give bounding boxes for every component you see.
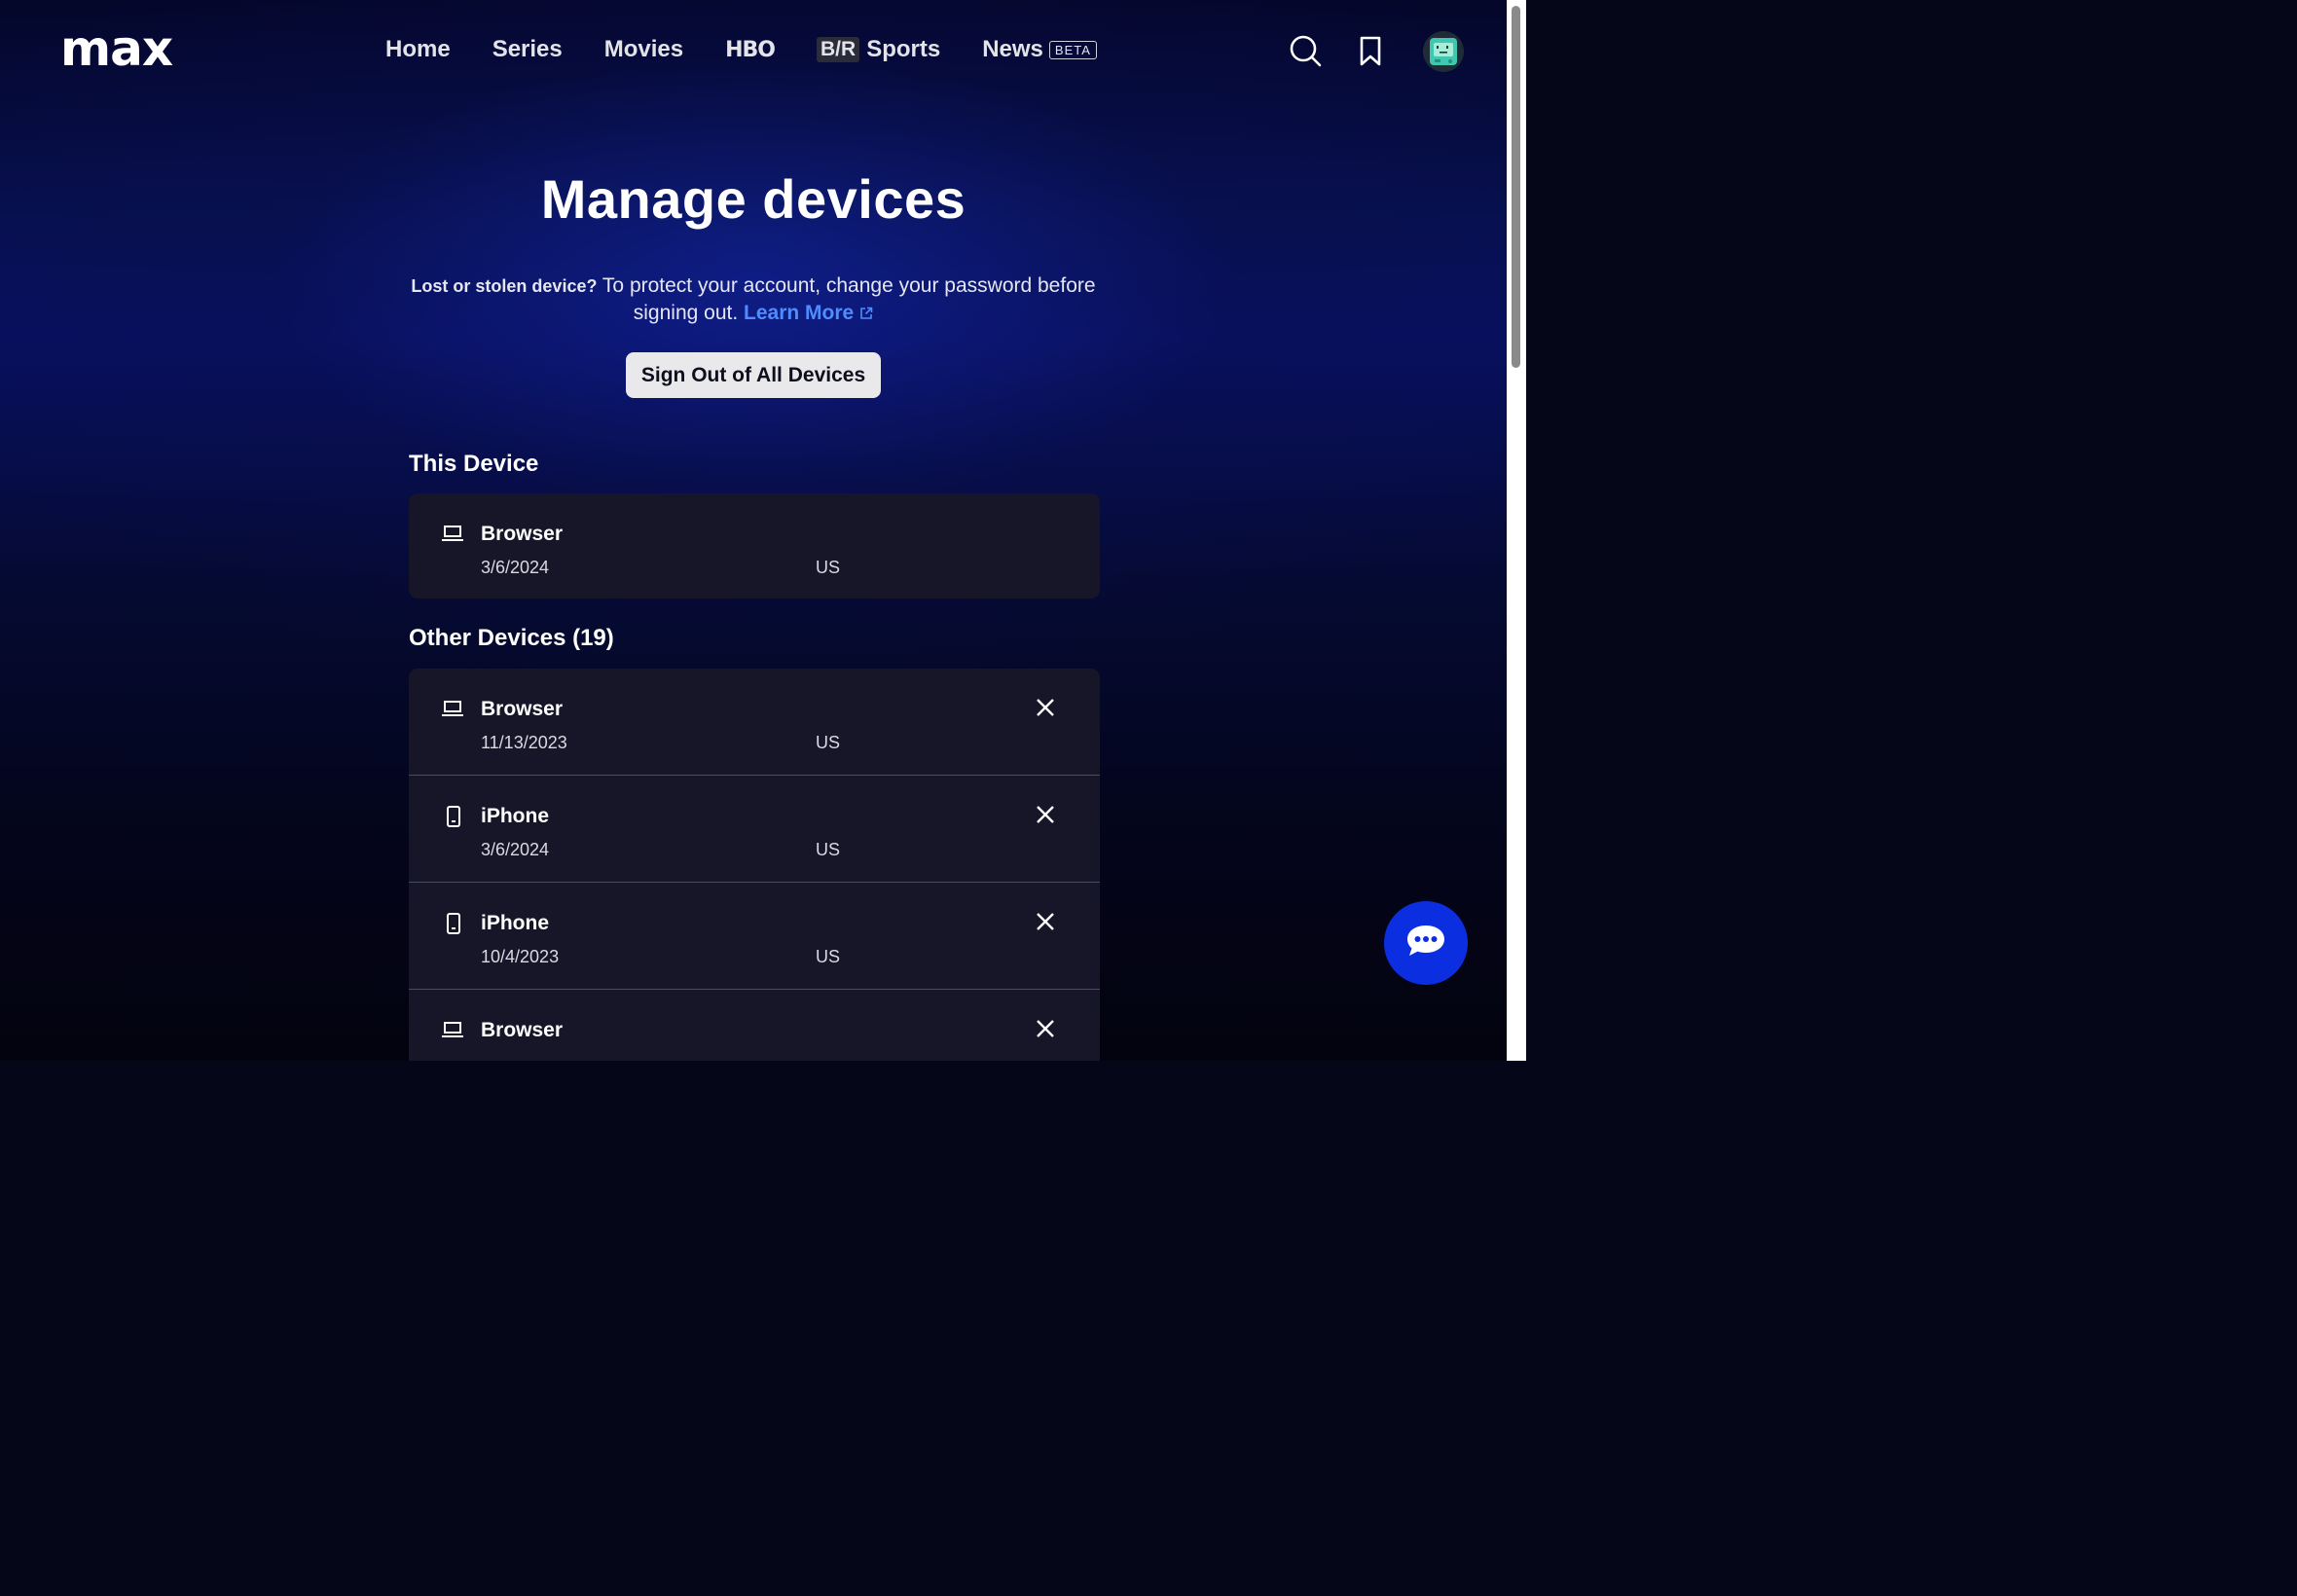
device-name: iPhone xyxy=(481,805,550,827)
search-icon[interactable] xyxy=(1289,34,1322,72)
phone-icon xyxy=(446,913,461,939)
remove-device-close-icon[interactable] xyxy=(1033,1016,1058,1041)
this-device-heading: This Device xyxy=(409,451,539,477)
device-date: 11/13/2023 xyxy=(481,733,567,752)
top-navigation-bar: max Home Series Movies HBO B/R Sports Ne… xyxy=(0,0,1507,99)
nav-movies[interactable]: Movies xyxy=(604,36,683,63)
page-title: Manage devices xyxy=(540,168,966,230)
beta-badge: BETA xyxy=(1048,40,1097,59)
page-scrollbar[interactable] xyxy=(1507,0,1526,1061)
nav-news-label: News xyxy=(982,36,1043,62)
main-nav: Home Series Movies HBO B/R Sports News B… xyxy=(385,32,1139,67)
laptop-icon xyxy=(442,699,463,723)
laptop-icon xyxy=(442,524,463,548)
nav-sports-label: Sports xyxy=(866,36,941,62)
device-row: Browser 3/6/2024 US xyxy=(409,493,1100,599)
nav-hbo[interactable]: HBO xyxy=(725,38,776,62)
device-name: Browser xyxy=(481,698,564,720)
other-devices-heading: Other Devices (19) xyxy=(409,625,614,651)
remove-device-close-icon[interactable] xyxy=(1033,909,1058,934)
this-device-card: Browser 3/6/2024 US xyxy=(409,493,1100,598)
learn-more-link[interactable]: Learn More xyxy=(744,302,873,324)
nav-home[interactable]: Home xyxy=(385,36,451,63)
device-name: Browser xyxy=(481,1019,564,1041)
device-country: US xyxy=(816,558,841,577)
notice-bold-text: Lost or stolen device? xyxy=(411,276,598,296)
device-row: Browser 11/13/2023 US xyxy=(409,669,1100,776)
device-date: 10/4/2023 xyxy=(481,947,560,966)
laptop-icon xyxy=(442,1020,463,1044)
max-logo[interactable]: max xyxy=(60,21,173,76)
chat-bubble-icon xyxy=(1404,923,1447,964)
lost-device-notice: Lost or stolen device? To protect your a… xyxy=(389,272,1117,328)
device-country: US xyxy=(816,733,841,752)
nav-series[interactable]: Series xyxy=(492,36,563,63)
device-name: iPhone xyxy=(481,912,550,934)
remove-device-close-icon[interactable] xyxy=(1033,802,1058,827)
profile-avatar[interactable] xyxy=(1423,31,1464,72)
sign-out-all-devices-button[interactable]: Sign Out of All Devices xyxy=(626,352,881,398)
nav-sports[interactable]: B/R Sports xyxy=(817,36,940,63)
scrollbar-thumb[interactable] xyxy=(1512,6,1520,368)
phone-icon xyxy=(446,806,461,832)
device-country: US xyxy=(816,840,841,859)
other-devices-list: Browser 11/13/2023 US iPhone 3/6/2024 US… xyxy=(409,669,1100,1061)
device-row: iPhone 3/6/2024 US xyxy=(409,776,1100,883)
external-link-icon xyxy=(859,301,873,328)
device-row: Browser xyxy=(409,990,1100,1061)
device-row: iPhone 10/4/2023 US xyxy=(409,883,1100,990)
device-country: US xyxy=(816,947,841,966)
bleacher-report-logo: B/R xyxy=(817,37,860,62)
chat-support-button[interactable] xyxy=(1384,901,1468,985)
bookmark-icon[interactable] xyxy=(1359,36,1384,72)
device-date: 3/6/2024 xyxy=(481,558,550,577)
device-date: 3/6/2024 xyxy=(481,840,550,859)
nav-news[interactable]: News BETA xyxy=(982,36,1097,63)
learn-more-label: Learn More xyxy=(744,302,855,324)
device-name: Browser xyxy=(481,523,564,545)
manage-devices-page: max Home Series Movies HBO B/R Sports Ne… xyxy=(0,0,1526,1061)
remove-device-close-icon[interactable] xyxy=(1033,695,1058,720)
